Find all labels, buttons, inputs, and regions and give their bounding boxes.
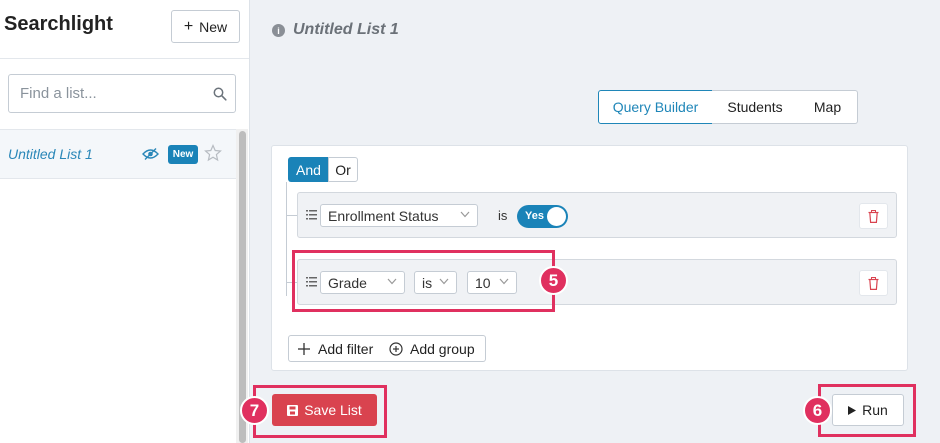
add-group-button[interactable]: Add group	[381, 335, 486, 362]
trash-icon	[868, 209, 879, 223]
add-group-label: Add group	[410, 340, 475, 357]
operator-text: is	[498, 208, 508, 223]
star-icon[interactable]	[204, 144, 222, 162]
drag-handle-icon[interactable]	[306, 210, 317, 220]
chevron-down-icon	[460, 211, 470, 218]
field-select[interactable]: Enrollment Status	[320, 204, 478, 227]
highlight-box-step-7	[253, 385, 387, 438]
search-input[interactable]	[9, 75, 199, 112]
scrollbar-thumb[interactable]	[239, 131, 246, 443]
eye-icon[interactable]	[142, 147, 159, 161]
plus-circle-icon	[389, 341, 403, 356]
step-badge-6: 6	[803, 396, 832, 425]
row-connector	[287, 215, 297, 216]
add-filter-label: Add filter	[318, 340, 374, 357]
sidebar-divider	[0, 58, 249, 59]
filter-row-enrollment-status: Enrollment Status is Yes	[297, 192, 897, 238]
plus-icon	[298, 342, 310, 355]
tab-students[interactable]: Students	[712, 90, 799, 124]
delete-filter-button[interactable]	[859, 203, 888, 229]
new-button-label: New	[199, 18, 228, 35]
tab-map[interactable]: Map	[798, 90, 858, 124]
and-combinator-button[interactable]: And	[288, 157, 329, 182]
toggle-knob	[547, 207, 566, 226]
or-combinator-button[interactable]: Or	[328, 157, 358, 182]
plus-icon: +	[183, 17, 194, 35]
sidebar: Searchlight + New Untitled List 1 New	[0, 0, 250, 443]
tab-query-builder[interactable]: Query Builder	[598, 90, 713, 124]
field-select-value: Enrollment Status	[328, 207, 439, 224]
step-badge-7: 7	[240, 396, 269, 425]
toggle-label: Yes	[525, 210, 544, 222]
group-connector-line	[286, 182, 287, 296]
info-icon[interactable]: i	[272, 24, 285, 37]
search-icon	[213, 87, 227, 101]
search-box[interactable]	[8, 74, 236, 113]
list-item-name: Untitled List 1	[8, 146, 93, 162]
list-title[interactable]: Untitled List 1	[293, 21, 399, 39]
new-badge: New	[168, 145, 198, 164]
delete-filter-button[interactable]	[859, 270, 888, 296]
trash-icon	[868, 276, 879, 290]
step-badge-5: 5	[539, 266, 568, 295]
app-title: Searchlight	[4, 13, 113, 35]
highlight-box-step-6	[818, 384, 916, 437]
value-toggle[interactable]: Yes	[517, 205, 568, 228]
highlight-box-step-5	[292, 250, 555, 312]
new-list-button[interactable]: + New	[171, 10, 240, 43]
add-filter-button[interactable]: Add filter	[288, 335, 382, 362]
list-item[interactable]: Untitled List 1 New	[0, 129, 236, 179]
